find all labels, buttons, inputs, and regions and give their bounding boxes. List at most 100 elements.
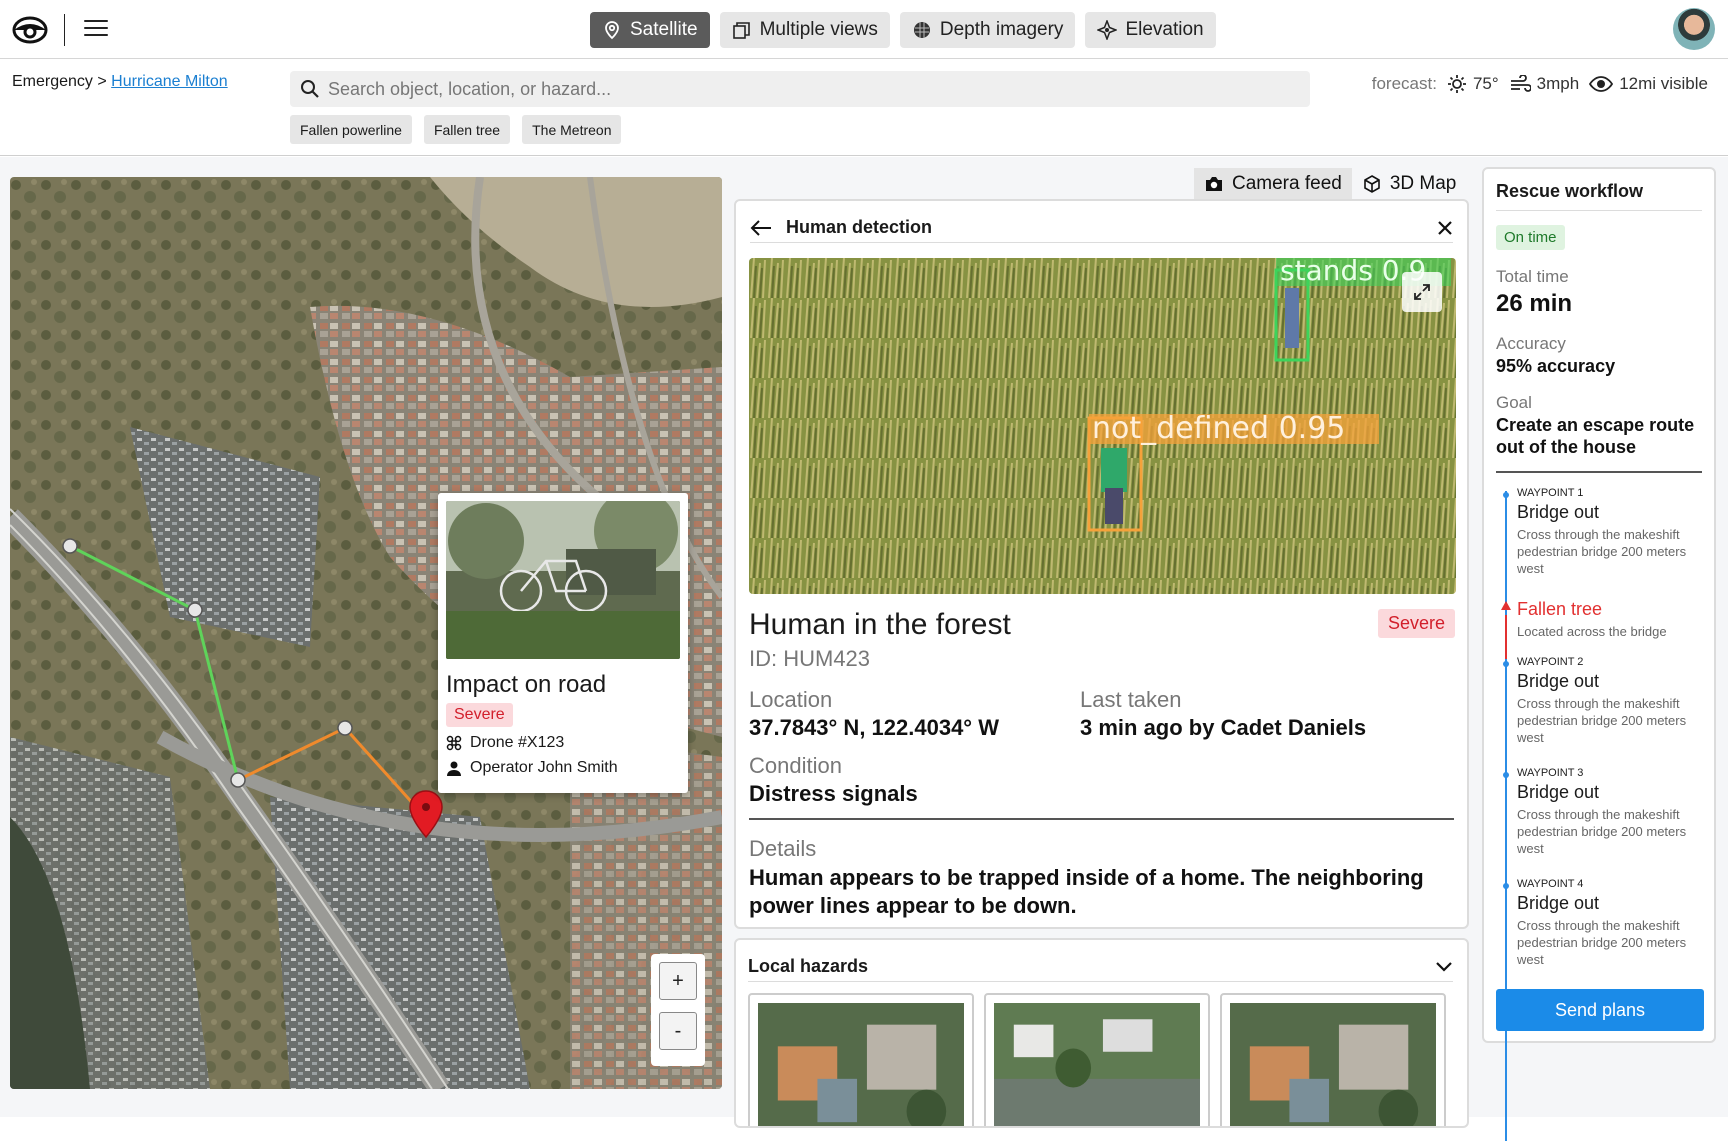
forecast-temp: 75° [1472,74,1499,93]
details-field: Details Human appears to be trapped insi… [749,836,1449,919]
tab-3d-map-label: 3D Map [1389,173,1457,194]
chevron-down-icon[interactable] [1435,961,1453,973]
tab-3d-map[interactable]: 3D Map [1352,168,1467,200]
waypoint-desc: Cross through the makeshift pedestrian b… [1517,696,1687,745]
chip-fallen-powerline[interactable]: Fallen powerline [290,115,412,144]
search-bar [290,71,1310,107]
location-label: Location [749,687,833,712]
waypoint-title: Bridge out [1517,502,1600,522]
waypoint-title: Bridge out [1517,782,1600,802]
total-time-value: 26 min [1496,290,1573,317]
waypoint-dot [1503,661,1509,667]
waypoint-dot [1503,883,1509,889]
panel-header-title: Human detection [786,217,933,237]
last-taken-field: Last taken 3 min ago by Cadet Daniels [1080,687,1366,741]
waypoint-item[interactable]: WAYPOINT 1 Bridge out Cross through the … [1496,487,1706,578]
cube-icon [1364,175,1380,193]
view-multiple-button[interactable]: Multiple views [719,12,890,48]
map-popup: Impact on road Severe Drone #X123 Operat… [438,493,688,793]
last-taken-value: 3 min ago by Cadet Daniels [1080,715,1367,740]
view-satellite-label: Satellite [630,19,698,40]
divider [749,818,1454,820]
total-time-label: Total time [1496,267,1569,286]
goal-label: Goal [1496,393,1532,412]
logo-icon[interactable] [12,14,48,46]
avatar[interactable] [1673,8,1715,50]
menu-icon[interactable] [84,20,108,38]
detection-panel: Human detection stands 0.9 not_defined 0… [734,199,1469,929]
popup-image [446,501,680,659]
panel-tabs: Camera feed 3D Map [1194,168,1466,200]
hazards-title: Local hazards [748,956,869,976]
waypoint-title: Fallen tree [1517,599,1603,619]
forecast-wind: 3mph [1536,74,1580,93]
waypoint-item[interactable]: WAYPOINT 2 Bridge out Cross through the … [1496,656,1706,747]
drone-icon [446,735,462,751]
zoom-controls: + - [651,954,705,1066]
search-input[interactable] [328,78,1288,100]
expand-button[interactable] [1402,272,1442,312]
breadcrumb-root[interactable]: Emergency [12,73,93,90]
tab-camera-feed[interactable]: Camera feed [1194,168,1352,200]
user-icon [447,761,461,776]
map-pin-icon [605,21,619,40]
zoom-in-button[interactable]: + [659,962,697,1000]
top-bar: Satellite Multiple views Depth imagery E… [0,0,1728,59]
view-elevation-label: Elevation [1125,19,1204,40]
view-elevation-button[interactable]: Elevation [1085,12,1216,48]
popup-severity-badge: Severe [446,703,513,727]
accuracy-value: 95% accuracy [1496,356,1616,376]
hazard-image [994,1003,1200,1126]
box-label-not-defined: not_defined 0.95 [1092,411,1345,446]
sub-bar: Emergency > Hurricane Milton Fallen powe… [0,60,1728,156]
hazard-card[interactable] [1220,993,1446,1126]
workflow-title: Rescue workflow [1496,181,1702,211]
breadcrumb: Emergency > Hurricane Milton [12,73,228,91]
search-icon [301,80,319,98]
hazard-waypoint-item[interactable]: Fallen tree Located across the bridge [1496,599,1706,641]
waypoint-desc: Cross through the makeshift pedestrian b… [1517,527,1687,576]
eye-icon [1589,76,1614,92]
divider [64,14,65,46]
expand-icon [1414,284,1430,300]
waypoint-item[interactable]: WAYPOINT 3 Bridge out Cross through the … [1496,767,1706,858]
camera-icon [1206,177,1222,191]
detection-severity-badge: Severe [1377,609,1455,638]
view-depth-button[interactable]: Depth imagery [899,12,1076,48]
popup-drone: Drone #X123 [470,734,565,751]
waypoint-label: WAYPOINT 4 [1517,878,1584,890]
zoom-out-button[interactable]: - [659,1012,697,1050]
chip-fallen-tree[interactable]: Fallen tree [423,115,511,144]
waypoint-desc: Cross through the makeshift pedestrian b… [1517,807,1687,856]
breadcrumb-current[interactable]: Hurricane Milton [111,73,227,90]
view-satellite-button[interactable]: Satellite [590,12,710,48]
popup-title: Impact on road [446,671,607,698]
status-badge: On time [1496,225,1565,250]
waypoint-item[interactable]: WAYPOINT 4 Bridge out Cross through the … [1496,878,1706,969]
location-field: Location 37.7843° N, 122.4034° W [749,687,999,741]
chip-the-metreon[interactable]: The Metreon [522,115,622,144]
location-value: 37.7843° N, 122.4034° W [749,715,999,740]
hazard-card[interactable] [748,993,974,1126]
detection-image[interactable]: stands 0.9 not_defined 0.95 [749,258,1456,594]
detection-id: ID: HUM423 [749,646,871,671]
local-hazards-panel: Local hazards [734,938,1469,1128]
send-plans-button[interactable]: Send plans [1496,989,1704,1031]
view-switcher: Satellite Multiple views Depth imagery E… [590,12,1216,48]
breadcrumb-separator: > [97,73,107,90]
hazard-card[interactable] [984,993,1210,1126]
last-taken-label: Last taken [1080,687,1182,712]
back-arrow-icon[interactable] [750,219,772,237]
popup-operator: Operator John Smith [470,759,618,776]
goal-value: Create an escape route out of the house [1496,415,1695,457]
view-multiple-label: Multiple views [759,19,878,40]
condition-field: Condition Distress signals [749,753,918,807]
location-marker-icon[interactable] [409,790,443,838]
waypoint-dot [1503,492,1509,498]
close-icon[interactable] [1437,220,1453,236]
view-depth-label: Depth imagery [939,19,1064,40]
warning-icon [1501,601,1511,610]
waypoint-label: WAYPOINT 3 [1517,767,1584,779]
waypoint-title: Bridge out [1517,893,1600,913]
multiple-views-icon [732,22,750,39]
